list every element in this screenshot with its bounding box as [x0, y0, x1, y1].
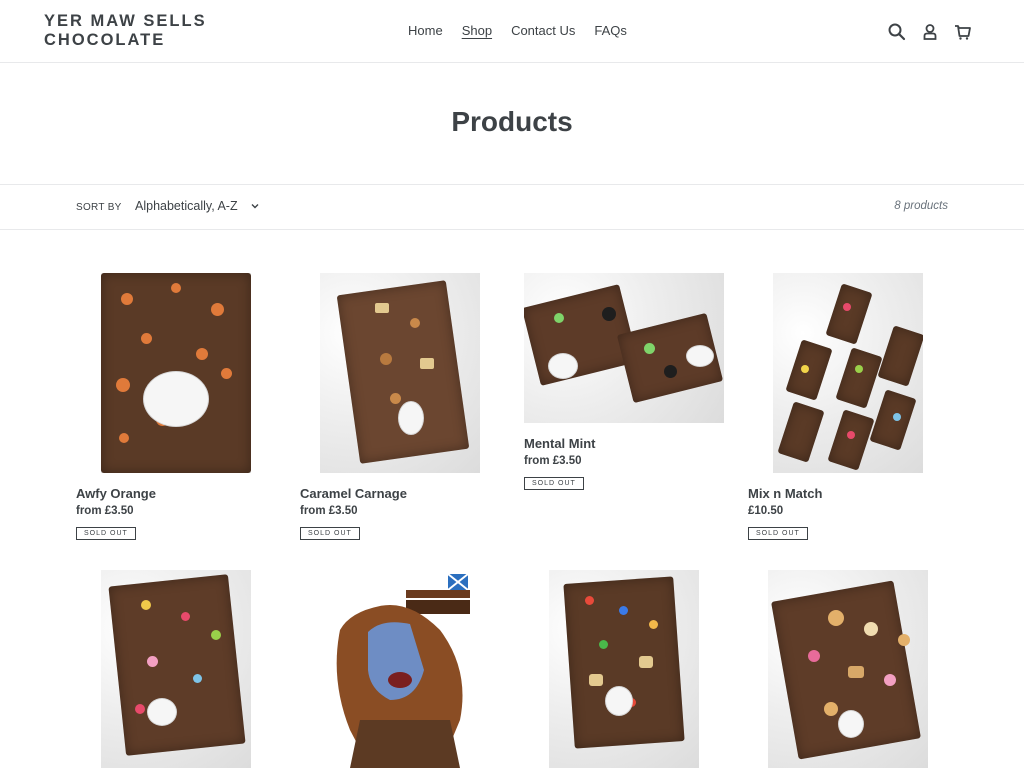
product-image[interactable]: [773, 273, 923, 473]
braveheart-illustration-image: [336, 573, 474, 768]
product-image[interactable]: [320, 570, 500, 768]
product-price: from £3.50: [300, 505, 358, 517]
nav-shop[interactable]: Shop: [462, 23, 492, 39]
product-card[interactable]: [524, 570, 724, 768]
sort-select[interactable]: Alphabetically, A-Z: [135, 199, 260, 213]
product-card[interactable]: Awfy Orange from £3.50 Sold out: [76, 273, 276, 553]
product-name[interactable]: Mix n Match: [748, 486, 822, 501]
filter-bar: Sort by Alphabetically, A-Z 8 products: [0, 184, 1024, 230]
site-header: YER MAW SELLS CHOCOLATE Home Shop Contac…: [0, 0, 1024, 63]
sold-out-badge: Sold out: [524, 477, 584, 490]
cart-icon[interactable]: [953, 22, 973, 42]
logo-line-1: YER MAW SELLS: [44, 12, 207, 30]
product-image[interactable]: [768, 570, 928, 768]
sold-out-badge: Sold out: [748, 527, 808, 540]
logo-line-2: CHOCOLATE: [44, 31, 166, 49]
store-logo[interactable]: YER MAW SELLS CHOCOLATE: [44, 12, 244, 50]
product-image[interactable]: [101, 273, 251, 473]
chevron-down-icon: [251, 204, 259, 209]
product-price: £10.50: [748, 505, 784, 517]
product-card[interactable]: [76, 570, 276, 768]
nav-contact-us[interactable]: Contact Us: [511, 23, 575, 39]
nav-faqs[interactable]: FAQs: [594, 23, 627, 39]
header-icons: [887, 22, 986, 42]
product-image[interactable]: [101, 570, 251, 768]
sold-out-badge: Sold out: [76, 527, 136, 540]
search-icon[interactable]: [887, 22, 907, 42]
product-image[interactable]: [524, 273, 724, 423]
product-card[interactable]: [300, 570, 500, 768]
sold-out-badge: Sold out: [300, 527, 360, 540]
product-image[interactable]: [549, 570, 699, 768]
product-card[interactable]: Caramel Carnage from £3.50 Sold out: [300, 273, 500, 553]
product-card[interactable]: Mix n Match £10.50 Sold out: [748, 273, 948, 553]
nav-home[interactable]: Home: [408, 23, 443, 39]
product-card[interactable]: [748, 570, 948, 768]
page-title: Products: [451, 106, 573, 137]
account-icon[interactable]: [920, 22, 940, 42]
product-count: 8 products: [894, 200, 948, 212]
product-card[interactable]: Mental Mint from £3.50 Sold out: [524, 273, 724, 503]
product-image[interactable]: [320, 273, 480, 473]
main-nav: Home Shop Contact Us FAQs: [408, 23, 646, 39]
sort-select-value: Alphabetically, A-Z: [135, 199, 238, 213]
product-name[interactable]: Caramel Carnage: [300, 486, 407, 501]
product-price: from £3.50: [76, 505, 134, 517]
product-price: from £3.50: [524, 455, 582, 467]
sort-label: Sort by: [76, 202, 122, 213]
product-name[interactable]: Mental Mint: [524, 436, 596, 451]
product-name[interactable]: Awfy Orange: [76, 486, 156, 501]
